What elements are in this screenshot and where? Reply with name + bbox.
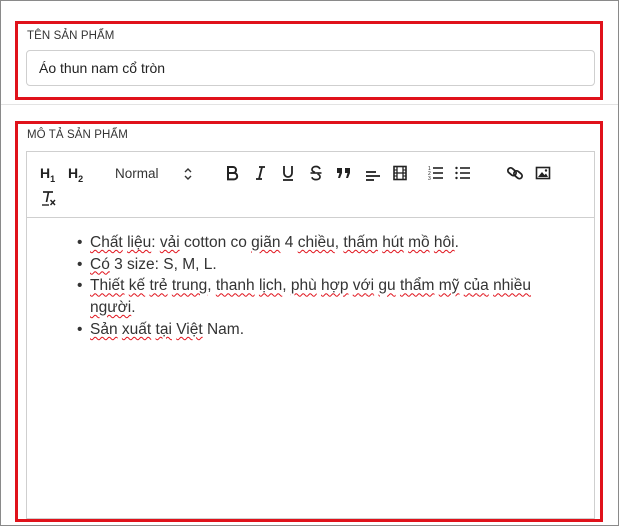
align-button[interactable] — [364, 165, 382, 183]
bold-button[interactable] — [224, 164, 240, 182]
spellcheck-word: phù — [290, 277, 317, 295]
underline-icon — [283, 166, 293, 181]
product-name-input[interactable]: Áo thun nam cổ tròn — [26, 50, 595, 86]
link-icon — [507, 166, 523, 180]
product-name-label: TÊN SẢN PHẨM — [27, 30, 115, 42]
spellcheck-word: hút — [382, 234, 404, 251]
svg-text:3: 3 — [428, 176, 431, 182]
spellcheck-word: Việt — [176, 320, 203, 338]
select-arrows-icon — [184, 168, 192, 180]
heading-2-sub: 2 — [78, 173, 84, 184]
bullet-text: 3 size: S, M, L. — [109, 255, 217, 273]
rich-text-editor: H1 H2 Normal 1 2 3 • Chất liệu: vải cott… — [26, 151, 595, 519]
bullet-item: Sản xuất tại Việt Nam. — [77, 319, 580, 341]
ordered-list-icon: 1 2 3 — [428, 166, 443, 182]
clear-format-icon — [42, 191, 56, 206]
spellcheck-word: Có — [90, 255, 110, 273]
spellcheck-word: gu — [378, 277, 396, 295]
strikethrough-icon — [310, 165, 322, 181]
spellcheck-word: trẻ — [149, 277, 168, 295]
strikethrough-button[interactable] — [308, 164, 324, 182]
spellcheck-word: thẩm — [399, 277, 435, 295]
spellcheck-word: hợp — [321, 277, 349, 295]
bullet-item: Có 3 size: S, M, L. — [77, 254, 580, 276]
spellcheck-word: kế — [128, 277, 146, 295]
heading-1-button[interactable]: H1 — [40, 164, 56, 184]
spellcheck-word: tại — [155, 320, 172, 338]
bold-icon — [227, 166, 239, 181]
italic-button[interactable] — [252, 164, 268, 182]
spellcheck-word: lịch — [258, 277, 283, 295]
spellcheck-word: trung — [171, 277, 208, 295]
product-name-section: TÊN SẢN PHẨM Áo thun nam cổ tròn — [15, 21, 603, 100]
spellcheck-word: thanh — [215, 277, 255, 295]
bullet-text: : — [151, 234, 160, 251]
italic-icon — [256, 166, 265, 180]
bullet-text: , — [207, 277, 216, 295]
link-button[interactable] — [506, 164, 524, 182]
spellcheck-word: chiều — [297, 234, 335, 251]
heading-1-label: H — [40, 165, 51, 181]
section-divider — [1, 104, 618, 105]
spellcheck-word: mỹ — [438, 277, 460, 295]
format-select[interactable]: Normal — [105, 164, 193, 184]
ordered-list-button[interactable]: 1 2 3 — [427, 164, 445, 182]
quote-icon — [337, 168, 350, 178]
editor-toolbar: H1 H2 Normal 1 2 3 — [27, 152, 594, 218]
spellcheck-word: Thiết — [90, 277, 125, 295]
bullet-text: , — [282, 277, 291, 295]
editor-content[interactable]: Chất liệu: vải cotton co giãn 4 chiều, t… — [27, 219, 594, 518]
spellcheck-word: liệu — [127, 234, 152, 251]
blockquote-button[interactable] — [335, 164, 353, 182]
spellcheck-word: mồ — [408, 234, 430, 251]
bullet-text: . — [454, 234, 459, 251]
bullet-item: Chất liệu: vải cotton co giãn 4 chiều, t… — [77, 232, 580, 254]
bullet-item: Thiết kế trẻ trung, thanh lịch, phù hợp … — [77, 275, 580, 318]
video-icon — [393, 165, 407, 181]
spellcheck-word: xuất — [121, 320, 152, 338]
bullet-list-icon — [455, 166, 470, 180]
spellcheck-word: với — [352, 277, 375, 295]
video-button[interactable] — [392, 164, 408, 182]
bullet-text: . — [131, 299, 136, 317]
product-description-label: MÔ TẢ SẢN PHẨM — [27, 129, 128, 141]
spellcheck-word: giãn — [251, 234, 281, 251]
bullet-text: 4 — [280, 234, 298, 251]
clear-format-button[interactable] — [41, 189, 57, 207]
heading-2-label: H — [68, 165, 79, 181]
underline-button[interactable] — [280, 164, 296, 182]
spellcheck-word: vải — [159, 234, 180, 251]
spellcheck-word: nhiều — [493, 277, 531, 295]
spellcheck-word: Sản — [90, 320, 118, 338]
spellcheck-word: người — [90, 299, 132, 317]
format-select-value: Normal — [115, 166, 159, 181]
spellcheck-word: thấm — [343, 234, 378, 251]
heading-1-sub: 1 — [50, 173, 56, 184]
align-icon — [366, 171, 380, 181]
product-description-section: MÔ TẢ SẢN PHẨM H1 H2 Normal 1 2 3 • Chất… — [15, 121, 603, 522]
heading-2-button[interactable]: H2 — [68, 164, 84, 184]
bullet-text: cotton co — [179, 234, 252, 251]
spellcheck-word: hôi — [433, 234, 455, 251]
image-icon — [535, 166, 551, 180]
image-button[interactable] — [535, 164, 551, 182]
spellcheck-word: Chất — [90, 234, 123, 251]
description-bullet-list: Chất liệu: vải cotton co giãn 4 chiều, t… — [77, 232, 580, 341]
bullet-list-button[interactable] — [454, 164, 472, 182]
spellcheck-word: của — [463, 277, 489, 295]
bullet-text: Nam. — [202, 320, 244, 338]
